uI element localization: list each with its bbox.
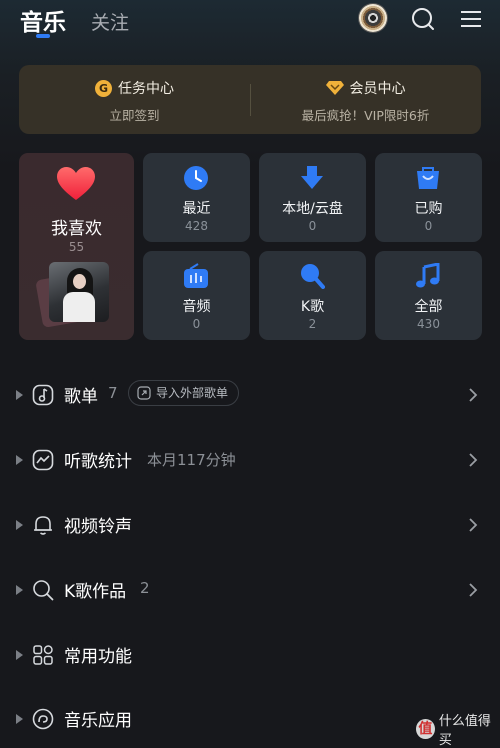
tile-audio[interactable]: 音频 0 xyxy=(143,251,250,340)
watermark-logo: 值 xyxy=(416,719,435,739)
favorites-card[interactable]: 我喜欢 55 xyxy=(19,153,134,340)
chevron-right-icon xyxy=(469,453,478,467)
tile-recent[interactable]: 最近 428 xyxy=(143,153,250,242)
header: 音乐 关注 xyxy=(0,0,500,44)
search-icon[interactable] xyxy=(410,6,436,32)
chevron-right-icon xyxy=(469,583,478,597)
tab-follow[interactable]: 关注 xyxy=(91,8,129,35)
tile-audio-count: 0 xyxy=(192,317,201,331)
member-center-title: 会员中心 xyxy=(250,78,481,98)
microphone-icon xyxy=(301,264,325,289)
video-ringtone-label: 视频铃声 xyxy=(64,517,132,537)
list-row-karaoke-works[interactable]: K歌作品 2 xyxy=(0,571,500,611)
clock-icon xyxy=(184,166,208,190)
music-note-icon xyxy=(416,263,440,288)
tile-karaoke-count: 2 xyxy=(308,317,317,331)
tile-purchased-count: 0 xyxy=(424,219,433,233)
promo-banner: G 任务中心 立即签到 会员中心 最后疯抢！VIP限时6折 xyxy=(19,65,481,134)
cover-face xyxy=(73,274,86,289)
download-icon xyxy=(301,166,323,189)
chevron-right-icon xyxy=(469,388,478,402)
task-center-label: 任务中心 xyxy=(118,81,174,97)
tile-all-label: 全部 xyxy=(414,299,443,315)
expand-triangle-icon[interactable] xyxy=(16,650,23,660)
expand-triangle-icon[interactable] xyxy=(16,585,23,595)
menu-icon[interactable] xyxy=(458,6,484,32)
task-center-title: G 任务中心 xyxy=(19,78,250,98)
tab-music[interactable]: 音乐 xyxy=(20,3,66,37)
favorites-count: 55 xyxy=(68,240,85,254)
member-center-subtitle: 最后疯抢！VIP限时6折 xyxy=(301,108,430,123)
heart-icon xyxy=(57,167,95,200)
chevron-right-icon xyxy=(469,518,478,532)
bag-icon xyxy=(417,167,439,189)
karaoke-works-label: K歌作品 xyxy=(64,582,127,602)
watermark-text: 什么值得买 xyxy=(438,714,491,748)
playlist-icon xyxy=(32,384,54,406)
coin-icon: G xyxy=(95,79,112,97)
favorites-label: 我喜欢 xyxy=(51,219,102,239)
tile-local-cloud[interactable]: 本地/云盘 0 xyxy=(259,153,366,242)
karaoke-works-count: 2 xyxy=(140,579,150,597)
task-center-subtitle: 立即签到 xyxy=(109,108,160,123)
favorites-cover-image xyxy=(49,262,109,322)
grid-icon xyxy=(33,645,53,665)
bell-icon xyxy=(34,516,52,535)
tile-all[interactable]: 全部 430 xyxy=(375,251,482,340)
list-row-playlists[interactable]: 歌单 7 导入外部歌单 xyxy=(0,376,500,416)
cover-body xyxy=(63,292,95,322)
import-playlist-button[interactable]: 导入外部歌单 xyxy=(128,380,240,406)
listening-stats-label: 听歌统计 xyxy=(64,452,132,472)
tile-karaoke[interactable]: K歌 2 xyxy=(259,251,366,340)
tile-all-count: 430 xyxy=(417,317,440,331)
stats-icon xyxy=(32,449,54,471)
tile-purchased-label: 已购 xyxy=(414,201,443,217)
radio-icon xyxy=(184,263,208,288)
playlists-label: 歌单 xyxy=(64,387,98,407)
member-center-label: 会员中心 xyxy=(349,81,406,97)
music-apps-label: 音乐应用 xyxy=(64,711,132,731)
common-functions-label: 常用功能 xyxy=(64,647,132,667)
tile-karaoke-label: K歌 xyxy=(300,299,325,315)
listening-stats-value: 本月117分钟 xyxy=(147,451,236,469)
member-center[interactable]: 会员中心 最后疯抢！VIP限时6折 xyxy=(250,65,481,134)
expand-triangle-icon[interactable] xyxy=(16,390,23,400)
list-row-common-functions[interactable]: 常用功能 xyxy=(0,636,500,676)
tile-local-cloud-count: 0 xyxy=(308,219,317,233)
tile-local-cloud-label: 本地/云盘 xyxy=(282,201,343,217)
expand-triangle-icon[interactable] xyxy=(16,455,23,465)
tile-recent-label: 最近 xyxy=(182,201,211,217)
list-row-listening-stats[interactable]: 听歌统计 本月117分钟 xyxy=(0,441,500,481)
watermark: 值 什么值得买 xyxy=(416,714,500,748)
tile-recent-count: 428 xyxy=(185,219,208,233)
search-note-icon xyxy=(33,580,54,601)
task-center[interactable]: G 任务中心 立即签到 xyxy=(19,65,250,134)
disc-icon[interactable] xyxy=(359,4,387,32)
app-icon xyxy=(32,708,54,730)
expand-triangle-icon[interactable] xyxy=(16,520,23,530)
tile-audio-label: 音频 xyxy=(182,299,211,315)
diamond-icon xyxy=(325,81,344,95)
import-playlist-label: 导入外部歌单 xyxy=(156,386,229,400)
playlists-count: 7 xyxy=(108,384,118,402)
import-icon xyxy=(137,386,151,400)
expand-triangle-icon[interactable] xyxy=(16,714,23,724)
list-row-video-ringtone[interactable]: 视频铃声 xyxy=(0,506,500,546)
active-tab-indicator xyxy=(36,34,50,38)
tile-purchased[interactable]: 已购 0 xyxy=(375,153,482,242)
